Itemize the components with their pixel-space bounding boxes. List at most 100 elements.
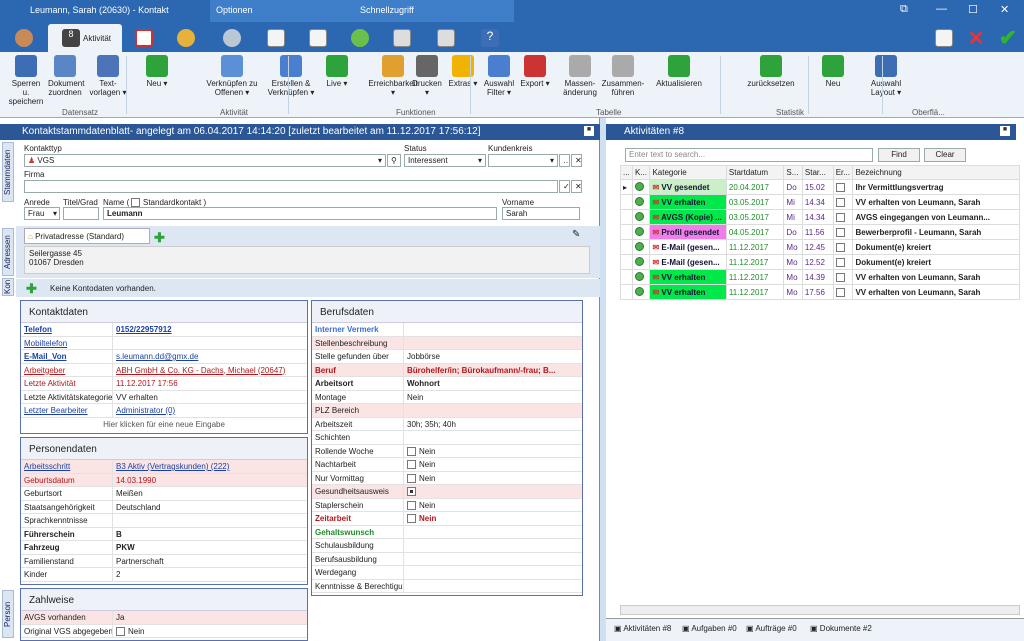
field-row[interactable]: Nachtarbeit Nein (312, 458, 582, 472)
kundenkreis-select[interactable]: ▾ (488, 154, 558, 167)
field-row[interactable]: Zeitarbeit Nein (312, 512, 582, 526)
field-row[interactable]: Staplerschein Nein (312, 498, 582, 512)
field-row[interactable]: Montage Nein (312, 390, 582, 404)
add-address-icon[interactable]: ✚ (154, 230, 165, 246)
table-row[interactable]: ✉ E-Mail (gesen... 11.12.2017 Mo 12.45 D… (620, 239, 1020, 255)
erledigt-checkbox[interactable] (835, 212, 845, 222)
column-header[interactable]: Startdatum (725, 165, 785, 180)
lookup-icon[interactable]: ⚲ (387, 154, 401, 167)
clear-button[interactable]: Clear (924, 148, 966, 162)
vorname-input[interactable]: Sarah (502, 207, 580, 220)
restore-icon[interactable]: ⧉ (900, 3, 908, 16)
tab-users[interactable] (426, 24, 466, 52)
field-row[interactable]: Nur Vormittag Nein (312, 471, 582, 485)
standardkontakt-checkbox[interactable] (131, 198, 140, 207)
field-row[interactable]: Rollende Woche Nein (312, 444, 582, 458)
tab-settings[interactable] (212, 24, 252, 52)
tab-privatadresse[interactable]: ⌂ Privatadresse (Standard) (24, 228, 150, 244)
checkbox[interactable] (407, 460, 416, 470)
ribbon-aktualisieren-button[interactable]: Aktualisieren (648, 55, 710, 88)
field-row[interactable]: Stellenbeschreibung (312, 336, 582, 350)
field-row[interactable]: Schichten (312, 431, 582, 445)
column-header[interactable]: K... (631, 165, 651, 180)
table-row[interactable]: ✉ VV erhalten 11.12.2017 Mo 14.39 VV erh… (620, 269, 1020, 285)
ribbon-auswahlfilter-button[interactable]: Auswahl Filter ▾ (482, 55, 516, 97)
tab-contact[interactable] (4, 24, 44, 52)
new-entry-hint[interactable]: Hier klicken für eine neue Eingabe (21, 418, 307, 431)
ribbon-verknuepfen-button[interactable]: Verknüpfen zu Offenen ▾ (204, 55, 260, 97)
bottom-tab[interactable]: ▣ Aktivitäten #8 (614, 624, 671, 633)
quick-access-label[interactable]: Schnellzugriff (360, 5, 414, 15)
field-row[interactable]: Arbeitsschritt B3 Aktiv (Vertragskunden) … (21, 460, 307, 474)
activities-search-input[interactable]: Enter text to search... (625, 148, 873, 162)
tab-help[interactable]: ? (470, 24, 510, 52)
field-row[interactable]: Telefon 0152/22957912 (21, 323, 307, 337)
kontakttyp-select[interactable]: ♟ VGS ▾ (24, 154, 386, 167)
checkbox[interactable] (407, 514, 416, 524)
field-row[interactable]: Stelle gefunden über Jobbörse (312, 350, 582, 364)
ribbon-neu-button[interactable]: Neu ▾ (140, 55, 174, 88)
check-icon[interactable]: ✓ (559, 180, 570, 193)
tab-edit[interactable] (256, 24, 296, 52)
ribbon-massen-button[interactable]: Massen- änderung (560, 55, 600, 97)
table-row[interactable]: ▸ ✉ VV gesendet 20.04.2017 Do 15.02 Ihr … (620, 179, 1020, 195)
erledigt-checkbox[interactable] (835, 182, 845, 192)
table-row[interactable]: ✉ Profil gesendet 04.05.2017 Do 11.56 Be… (620, 224, 1020, 240)
horizontal-scrollbar[interactable] (620, 605, 1020, 615)
ribbon-erstellen-button[interactable]: Erstellen & Verknüpfen ▾ (266, 55, 316, 97)
ribbon-export-button[interactable]: Export ▾ (518, 55, 552, 88)
field-row[interactable]: Mobiltelefon (21, 336, 307, 350)
options-tab-label[interactable]: Optionen (216, 5, 253, 15)
tab-finance[interactable] (166, 24, 206, 52)
field-row[interactable]: Berufsausbildung (312, 552, 582, 566)
name-input[interactable]: Leumann (103, 207, 497, 220)
tab-stats[interactable] (340, 24, 380, 52)
address-display[interactable]: Seilergasse 45 01067 Dresden (24, 246, 590, 274)
field-row[interactable]: Staatsangehörigkeit Deutschland (21, 500, 307, 514)
ribbon-drucken-button[interactable]: Drucken ▾ (410, 55, 444, 97)
ribbon-textvorlagen-button[interactable]: Text- vorlagen ▾ (88, 55, 128, 97)
field-row[interactable]: Schulausbildung (312, 539, 582, 553)
side-tab-person[interactable]: Person (2, 590, 14, 638)
pin-icon[interactable]: ■ (1000, 126, 1010, 136)
more-button[interactable]: … (559, 154, 570, 167)
ribbon-extras-button[interactable]: Extras ▾ (448, 55, 478, 88)
checkbox[interactable] (407, 446, 416, 456)
tab-tasks[interactable] (124, 24, 164, 52)
field-row[interactable]: Interner Vermerk (312, 323, 582, 337)
field-row[interactable]: Beruf Bürohelfer/in; Bürokaufmann/-frau; … (312, 363, 582, 377)
field-row[interactable]: Original VGS abgegeben Nein (21, 624, 307, 638)
erledigt-checkbox[interactable] (835, 242, 845, 252)
anrede-select[interactable]: Frau ▾ (24, 207, 60, 220)
field-row[interactable]: Führerschein B (21, 527, 307, 541)
pin-icon[interactable]: ■ (584, 126, 594, 136)
side-tab-kon[interactable]: Kon (2, 278, 14, 296)
field-row[interactable]: Fahrzeug PKW (21, 541, 307, 555)
firma-input[interactable] (24, 180, 558, 193)
column-header[interactable]: S... (783, 165, 803, 180)
field-row[interactable]: AVGS vorhanden Ja (21, 611, 307, 625)
clear-x-icon[interactable]: ✕ (571, 180, 582, 193)
side-tab-stammdaten[interactable]: Stammdaten (2, 142, 14, 202)
column-header[interactable]: Bezeichnung (852, 165, 1020, 180)
field-row[interactable]: Arbeitsort Wohnort (312, 377, 582, 391)
field-row[interactable]: Werdegang (312, 566, 582, 580)
erledigt-checkbox[interactable] (835, 197, 845, 207)
bottom-tab[interactable]: ▣ Aufgaben #0 (682, 624, 737, 633)
checkbox[interactable] (407, 473, 416, 483)
bottom-tab[interactable]: ▣ Aufträge #0 (746, 624, 797, 633)
field-row[interactable]: E-Mail_Von s.leumann.dd@gmx.de (21, 350, 307, 364)
tab-print[interactable] (382, 24, 422, 52)
field-row[interactable]: Geburtsdatum 14.03.1990 (21, 473, 307, 487)
side-tab-adressen[interactable]: Adressen (2, 228, 14, 276)
column-header[interactable]: Kategorie (649, 165, 727, 180)
field-row[interactable]: Gehaltswunsch (312, 525, 582, 539)
tab-aktivitaet[interactable]: 8 Aktivität (48, 24, 122, 52)
add-account-icon[interactable]: ✚ (26, 281, 37, 297)
erledigt-checkbox[interactable] (835, 227, 845, 237)
table-row[interactable]: ✉ VV erhalten 03.05.2017 Mi 14.34 VV erh… (620, 194, 1020, 210)
table-row[interactable]: ✉ E-Mail (gesen... 11.12.2017 Mo 12.52 D… (620, 254, 1020, 270)
ribbon-zuruecksetzen-button[interactable]: zurücksetzen (738, 55, 804, 88)
erledigt-checkbox[interactable] (835, 272, 845, 282)
field-row[interactable]: Arbeitgeber ABH GmbH & Co. KG - Dachs, Mi… (21, 363, 307, 377)
